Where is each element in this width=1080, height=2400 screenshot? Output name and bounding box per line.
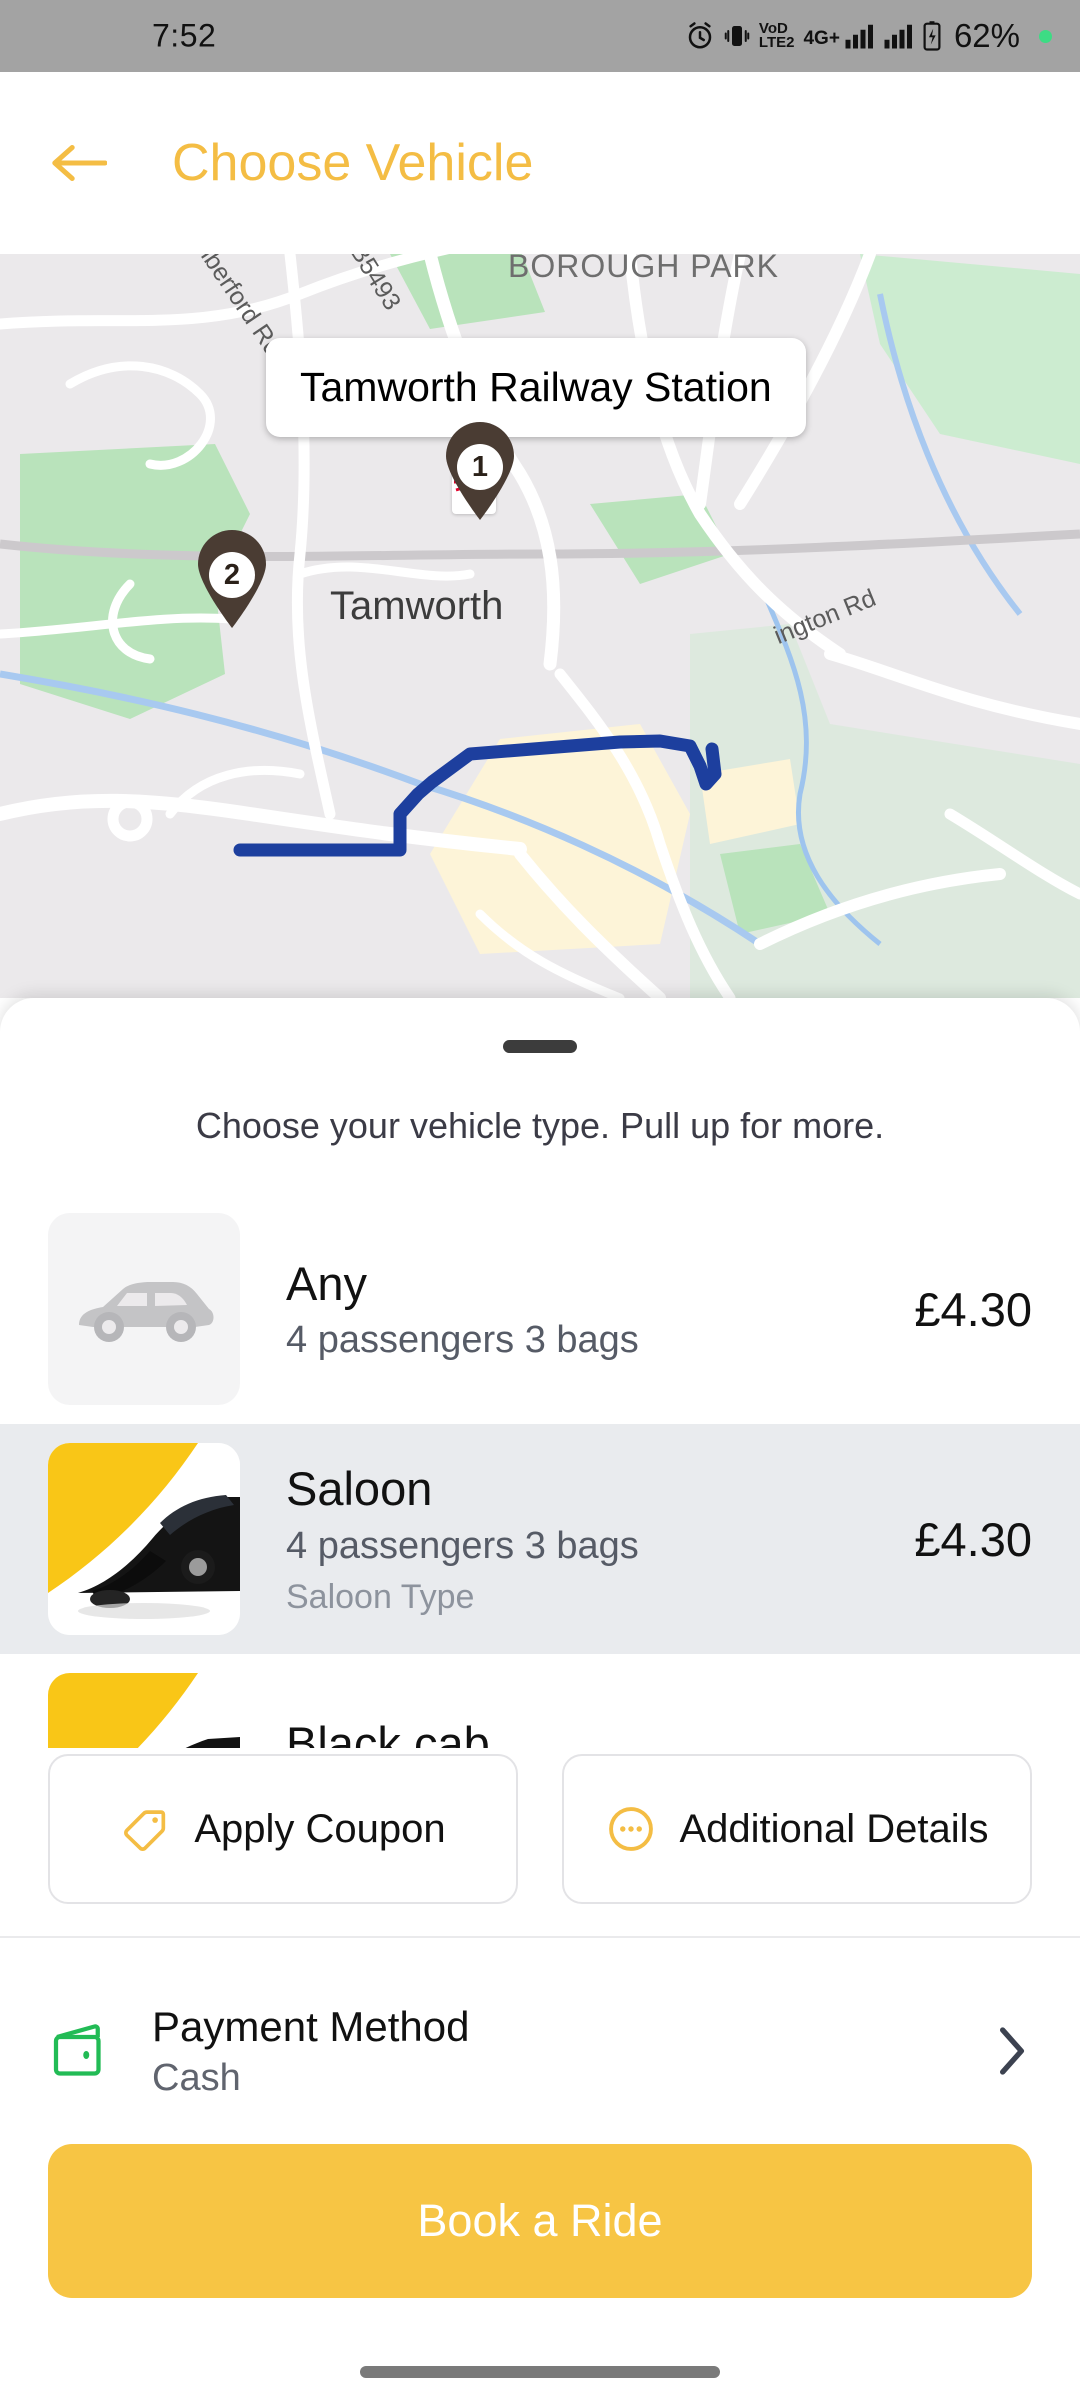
vehicle-name: Saloon bbox=[286, 1462, 433, 1516]
book-a-ride-label: Book a Ride bbox=[417, 2195, 663, 2246]
vehicle-price: £4.30 bbox=[914, 1512, 1032, 1566]
page-title: Choose Vehicle bbox=[172, 134, 534, 192]
pickup-marker[interactable]: 1 bbox=[438, 418, 522, 522]
generic-car-icon bbox=[48, 1213, 240, 1405]
android-nav-gesture-bar[interactable] bbox=[360, 2366, 720, 2378]
map-park-label: BOROUGH PARK bbox=[508, 254, 779, 284]
action-buttons-row: Apply Coupon Additional Details bbox=[0, 1754, 1080, 1904]
vehicle-info: Saloon 4 passengers 3 bags Saloon Type bbox=[286, 1461, 894, 1616]
data-signal-group: 4G+ bbox=[803, 21, 873, 51]
status-icons: VoD LTE2 4G+ 62% bbox=[685, 17, 1052, 55]
wallet-icon bbox=[53, 2024, 101, 2076]
additional-details-label: Additional Details bbox=[679, 1806, 989, 1851]
status-time: 7:52 bbox=[152, 17, 217, 54]
volte-icon: VoD LTE2 bbox=[758, 21, 795, 51]
vehicle-info: Any 4 passengers 3 bags bbox=[286, 1256, 894, 1362]
vehicle-capacity: 4 passengers 3 bags bbox=[286, 1524, 639, 1567]
vehicle-price: £4.00 bbox=[914, 1742, 1032, 1749]
dots-circle-icon bbox=[609, 1807, 654, 1851]
destination-label[interactable]: Tamworth Railway Station bbox=[266, 338, 806, 437]
sheet-hint-text: Choose your vehicle type. Pull up for mo… bbox=[195, 1105, 885, 1146]
additional-details-button[interactable]: Additional Details bbox=[562, 1754, 1032, 1904]
black-cab-photo bbox=[48, 1673, 240, 1748]
section-divider bbox=[0, 1936, 1080, 1938]
back-button[interactable] bbox=[46, 131, 110, 195]
battery-percent: 62% bbox=[953, 17, 1020, 54]
vehicle-info: Black cab 4 passengers 3 bags bbox=[286, 1716, 894, 1748]
app-header: Choose Vehicle bbox=[0, 72, 1080, 254]
map-view[interactable]: BOROUGH PARK Comberford Rd B5493 A5 ingt… bbox=[0, 254, 1080, 998]
vehicle-name: Black cab bbox=[286, 1716, 490, 1748]
battery-icon bbox=[923, 21, 941, 51]
payment-title: Payment Method bbox=[152, 2002, 470, 2050]
saloon-car-photo bbox=[48, 1443, 240, 1635]
alarm-icon bbox=[688, 22, 712, 49]
vehicle-name: Any bbox=[286, 1256, 367, 1310]
sheet-drag-handle[interactable] bbox=[503, 1040, 577, 1053]
payment-value: Cash bbox=[152, 2056, 241, 2099]
data-type-label: 4G+ bbox=[803, 28, 840, 49]
vehicle-capacity: 4 passengers 3 bags bbox=[286, 1319, 639, 1362]
map-town-label: Tamworth bbox=[330, 584, 504, 628]
tag-icon bbox=[124, 1810, 166, 1851]
vehicle-option-black-cab[interactable]: Black cab 4 passengers 3 bags £4.00 bbox=[0, 1654, 1080, 1748]
vehicle-subtitle: Saloon Type bbox=[286, 1577, 475, 1616]
status-bar: 7:52 VoD LTE2 4G+ 62% bbox=[0, 0, 1080, 72]
vehicle-list[interactable]: Any 4 passengers 3 bags £4.30 Saloon 4 p… bbox=[0, 1194, 1080, 1748]
dropoff-marker-number: 2 bbox=[209, 552, 255, 598]
payment-text: Payment Method Cash bbox=[152, 2003, 992, 2100]
dropoff-marker[interactable]: 2 bbox=[190, 526, 274, 630]
volte-bottom: LTE2 bbox=[758, 34, 795, 51]
vehicle-option-saloon[interactable]: Saloon 4 passengers 3 bags Saloon Type £… bbox=[0, 1424, 1080, 1654]
apply-coupon-button[interactable]: Apply Coupon bbox=[48, 1754, 518, 1904]
arrow-left-icon bbox=[52, 145, 107, 181]
recording-dot-icon bbox=[1039, 29, 1052, 43]
vibrate-icon bbox=[724, 26, 750, 46]
vehicle-price: £4.30 bbox=[914, 1282, 1032, 1336]
payment-method-row[interactable]: Payment Method Cash bbox=[0, 1976, 1080, 2126]
signal-bars-icon bbox=[845, 24, 873, 49]
pickup-marker-number: 1 bbox=[457, 444, 503, 490]
bottom-sheet: Choose your vehicle type. Pull up for mo… bbox=[0, 998, 1080, 2400]
chevron-right-icon[interactable] bbox=[992, 2023, 1032, 2079]
apply-coupon-label: Apply Coupon bbox=[194, 1806, 446, 1851]
book-a-ride-button[interactable]: Book a Ride bbox=[48, 2144, 1032, 2298]
signal-bars-2-icon bbox=[884, 24, 912, 49]
vehicle-option-any[interactable]: Any 4 passengers 3 bags £4.30 bbox=[0, 1194, 1080, 1424]
